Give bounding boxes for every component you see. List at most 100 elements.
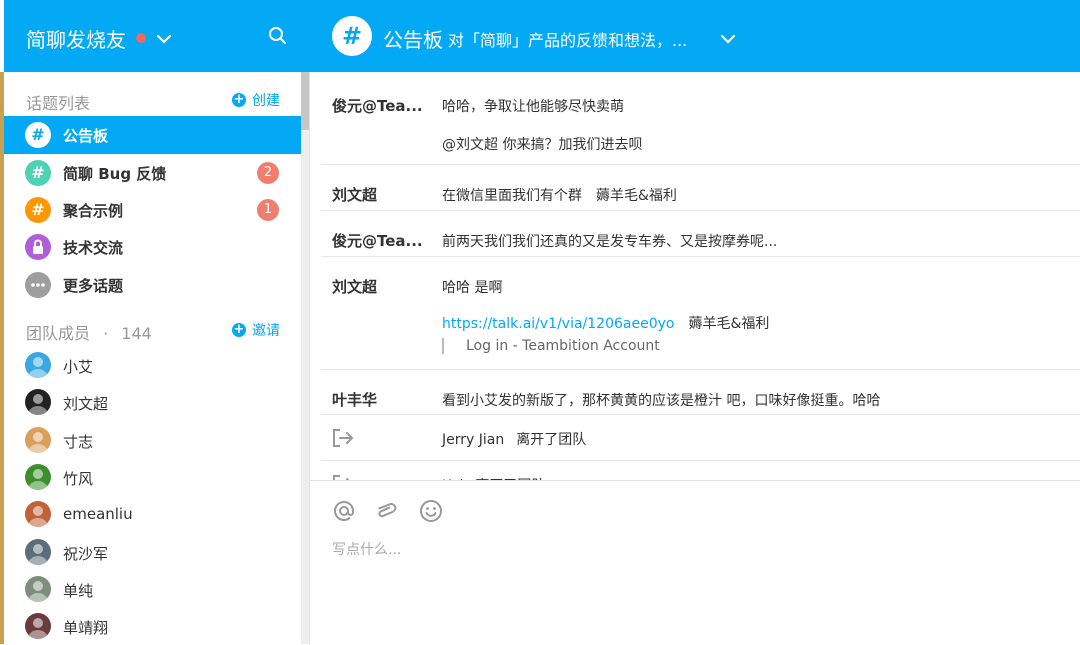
member-item[interactable]: 竹风 bbox=[4, 459, 301, 496]
member-item[interactable]: emeanliu bbox=[4, 496, 301, 533]
message: 俊元@Tea... 前两天我们我们还真的又是发专车券、又是按摩券呢... bbox=[321, 210, 1080, 256]
member-item[interactable]: 寸志 bbox=[4, 422, 301, 459]
invite-label: 邀请 bbox=[252, 323, 280, 339]
topic-label: 技术交流 bbox=[63, 239, 124, 257]
attachment-icon[interactable] bbox=[375, 499, 399, 527]
topic-item[interactable]: 更多话题 bbox=[4, 266, 301, 304]
member-name: 祝沙军 bbox=[63, 544, 109, 563]
member-name: 单纯 bbox=[63, 581, 94, 600]
members-section-header: 团队成员 · 144 + 邀请 bbox=[26, 320, 280, 344]
topic-label: 更多话题 bbox=[63, 277, 124, 295]
member-name: 寸志 bbox=[63, 432, 94, 451]
message-sender[interactable]: 俊元@Tea... bbox=[332, 230, 423, 251]
channel-title[interactable]: 公告板 bbox=[383, 24, 443, 53]
system-text: Jerry Jian 离开了团队 bbox=[442, 429, 586, 449]
more-icon bbox=[25, 272, 51, 298]
team-name[interactable]: 简聊发烧友 bbox=[26, 24, 126, 53]
member-item[interactable]: 小艾 bbox=[4, 347, 301, 384]
channel-header: # 公告板 对「简聊」产品的反馈和想法，... bbox=[310, 0, 1080, 72]
topic-item[interactable]: 技术交流 bbox=[4, 228, 301, 266]
unread-badge: 2 bbox=[257, 162, 279, 184]
message-text: @刘文超 你来搞？加我们进去呗 bbox=[442, 137, 643, 153]
message-input[interactable]: 写点什么... bbox=[332, 539, 401, 559]
search-icon[interactable] bbox=[268, 26, 288, 50]
app-window: 简聊发烧友 话题列表 + 创建 # 公告板 # 简聊 Bug 反馈 2 # 聚合示例 1 技术交… bbox=[0, 0, 1080, 644]
hash-icon: # bbox=[25, 122, 51, 148]
member-name: 单靖翔 bbox=[63, 619, 109, 638]
sidebar-header: 简聊发烧友 bbox=[4, 0, 310, 72]
topic-item[interactable]: # 公告板 bbox=[4, 116, 301, 154]
system-user[interactable]: Jerry Jian bbox=[442, 432, 504, 448]
member-name: emeanliu bbox=[63, 505, 133, 524]
avatar bbox=[25, 575, 51, 602]
hash-icon: # bbox=[332, 16, 372, 56]
message-sender[interactable]: 刘文超 bbox=[332, 184, 377, 205]
avatar bbox=[25, 426, 51, 453]
member-item[interactable]: 刘文超 bbox=[4, 384, 301, 421]
system-message: Jerry Jian 离开了团队 bbox=[321, 414, 1080, 460]
avatar bbox=[25, 463, 51, 490]
avatar bbox=[25, 613, 51, 640]
member-item[interactable]: 单纯 bbox=[4, 571, 301, 608]
lock-icon bbox=[25, 234, 51, 260]
member-name: 刘文超 bbox=[63, 395, 109, 414]
message: 刘文超 在微信里面我们有个群 薅羊毛&福利 bbox=[321, 164, 1080, 210]
message-text: 前两天我们我们还真的又是发专车券、又是按摩券呢... bbox=[442, 234, 778, 250]
topics-section-header: 话题列表 + 创建 bbox=[26, 90, 280, 114]
message-sender[interactable]: 俊元@Tea... bbox=[332, 95, 423, 116]
message-text: 在微信里面我们有个群 薅羊毛&福利 bbox=[442, 188, 677, 204]
system-message: Kai离开了团队 bbox=[321, 460, 1080, 480]
plus-icon: + bbox=[232, 92, 246, 107]
invite-button[interactable]: + 邀请 bbox=[232, 320, 280, 340]
avatar bbox=[25, 352, 51, 378]
message: 叶丰华 看到小艾发的新版了，那杯黄黄的应该是橙汁 吧，口味好像挺重。哈哈 bbox=[321, 369, 1080, 414]
member-name: 小艾 bbox=[63, 358, 94, 376]
message-text: 哈哈，争取让他能够尽快卖萌 bbox=[442, 99, 624, 115]
members-sep: · bbox=[103, 324, 109, 343]
topic-item[interactable]: # 简聊 Bug 反馈 2 bbox=[4, 154, 301, 192]
avatar bbox=[25, 389, 51, 416]
hash-icon: # bbox=[25, 160, 51, 186]
message-sender[interactable]: 叶丰华 bbox=[332, 389, 377, 410]
message-text: 薅羊毛&福利 bbox=[674, 316, 770, 332]
message-text: 看到小艾发的新版了，那杯黄黄的应该是橙汁 吧，口味好像挺重。哈哈 bbox=[442, 393, 881, 409]
create-topic-button[interactable]: + 创建 bbox=[232, 90, 280, 110]
message-link-row: https://talk.ai/v1/via/1206aee0yo 薅羊毛&福利 bbox=[442, 313, 769, 333]
members-header-label: 团队成员 bbox=[26, 324, 91, 343]
scrollbar-thumb[interactable] bbox=[301, 72, 309, 130]
link-preview[interactable]: Log in - Teambition Account bbox=[442, 338, 660, 354]
leave-icon bbox=[332, 428, 354, 452]
chat-panel: # 公告板 对「简聊」产品的反馈和想法，... 俊元@Tea... 哈哈，争取让他… bbox=[310, 0, 1080, 644]
sidebar-scrollbar[interactable] bbox=[301, 72, 309, 644]
message-sender[interactable]: 刘文超 bbox=[332, 276, 377, 297]
hash-icon: # bbox=[25, 197, 51, 223]
message-text: 哈哈 是啊 bbox=[442, 280, 503, 296]
members-count: 144 bbox=[121, 324, 152, 343]
emoji-icon[interactable] bbox=[419, 499, 443, 527]
plus-icon: + bbox=[232, 322, 246, 337]
channel-description: 对「简聊」产品的反馈和想法，... bbox=[448, 31, 688, 50]
member-item[interactable]: 祝沙军 bbox=[4, 534, 301, 571]
topic-label: 聚合示例 bbox=[63, 202, 124, 220]
create-label: 创建 bbox=[252, 93, 280, 109]
message: 刘文超 哈哈 是啊 https://talk.ai/v1/via/1206aee0y… bbox=[321, 256, 1080, 369]
avatar bbox=[25, 501, 51, 528]
topics-header-label: 话题列表 bbox=[26, 94, 91, 113]
chevron-down-icon[interactable] bbox=[156, 30, 172, 49]
mention-icon[interactable] bbox=[332, 499, 356, 527]
sidebar: 简聊发烧友 话题列表 + 创建 # 公告板 # 简聊 Bug 反馈 2 # 聚合示例 1 技术交… bbox=[4, 0, 310, 644]
unread-dot-icon bbox=[136, 33, 146, 43]
avatar bbox=[25, 538, 51, 565]
composer: 写点什么... bbox=[310, 480, 1080, 644]
topic-label: 公告板 bbox=[63, 127, 109, 145]
member-name: 竹风 bbox=[63, 469, 94, 488]
message-list: 俊元@Tea... 哈哈，争取让他能够尽快卖萌 @刘文超 你来搞？加我们进去呗刘文超… bbox=[310, 72, 1080, 480]
topic-label: 简聊 Bug 反馈 bbox=[63, 165, 167, 183]
message: 俊元@Tea... 哈哈，争取让他能够尽快卖萌 @刘文超 你来搞？加我们进去呗 bbox=[321, 76, 1080, 164]
topic-item[interactable]: # 聚合示例 1 bbox=[4, 191, 301, 229]
chevron-down-icon[interactable] bbox=[720, 30, 736, 49]
unread-badge: 1 bbox=[257, 199, 279, 221]
member-item[interactable]: 单靖翔 bbox=[4, 608, 301, 645]
system-action: 离开了团队 bbox=[516, 432, 587, 448]
message-link[interactable]: https://talk.ai/v1/via/1206aee0yo bbox=[442, 316, 674, 332]
